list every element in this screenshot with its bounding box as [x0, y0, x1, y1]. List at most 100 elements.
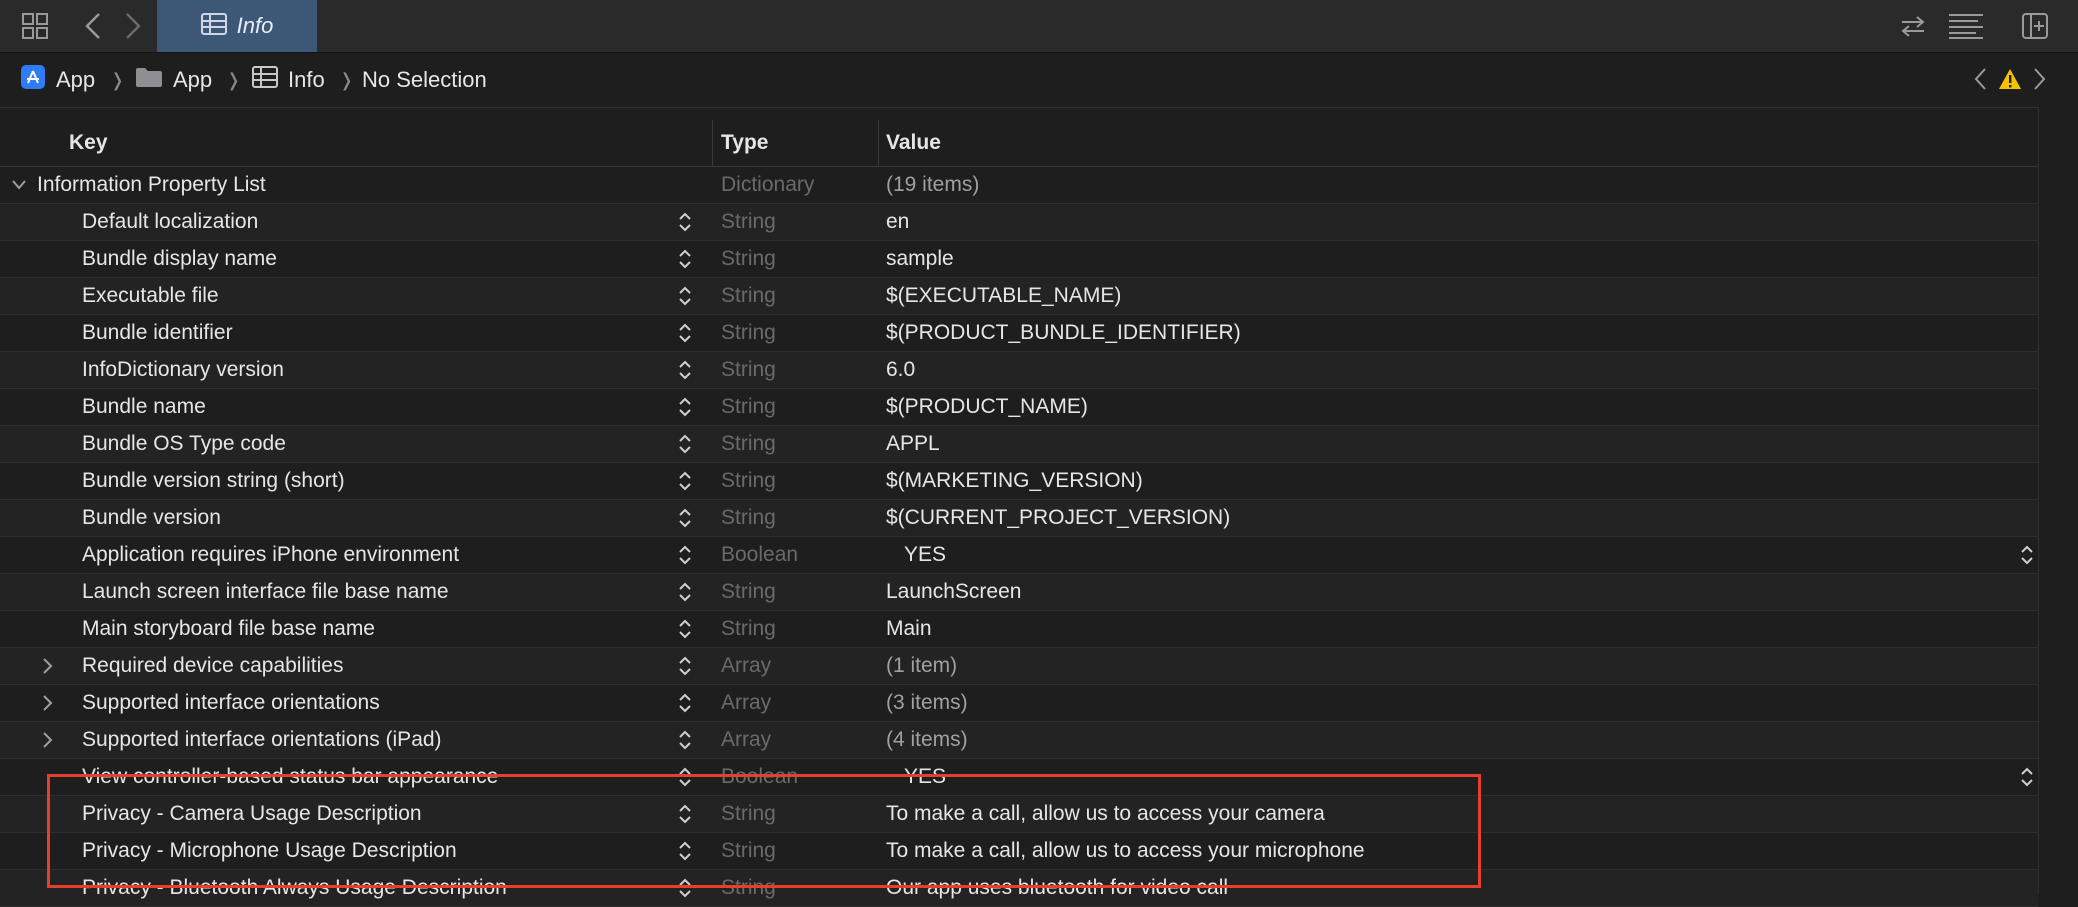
key-stepper-icon[interactable]	[677, 470, 693, 492]
swap-icon[interactable]	[1898, 8, 1928, 44]
table-row[interactable]: InfoDictionary version String 6.0	[0, 352, 2038, 389]
row-value[interactable]: APPL	[886, 426, 940, 462]
key-stepper-icon[interactable]	[677, 877, 693, 899]
key-stepper-icon[interactable]	[677, 729, 693, 751]
column-header-value[interactable]: Value	[886, 120, 941, 166]
row-value[interactable]: $(CURRENT_PROJECT_VERSION)	[886, 500, 1230, 536]
row-type[interactable]: String	[721, 611, 776, 647]
row-key[interactable]: Bundle display name	[82, 241, 277, 277]
key-stepper-icon[interactable]	[677, 803, 693, 825]
table-row[interactable]: Application requires iPhone environment B…	[0, 537, 2038, 574]
table-row[interactable]: Privacy - Microphone Usage Description St…	[0, 833, 2038, 870]
row-type[interactable]: Boolean	[721, 759, 798, 795]
column-divider[interactable]	[878, 120, 879, 166]
chevron-right-icon[interactable]	[38, 730, 56, 750]
value-stepper-icon[interactable]	[2019, 766, 2035, 788]
row-value[interactable]: $(PRODUCT_NAME)	[886, 389, 1088, 425]
row-type[interactable]: String	[721, 500, 776, 536]
grid-icon[interactable]	[18, 8, 52, 44]
row-value[interactable]: $(EXECUTABLE_NAME)	[886, 278, 1121, 314]
row-type[interactable]: String	[721, 315, 776, 351]
row-key[interactable]: Supported interface orientations (iPad)	[82, 722, 442, 758]
chevron-right-icon[interactable]	[38, 693, 56, 713]
row-type[interactable]: String	[721, 204, 776, 240]
row-key[interactable]: Main storyboard file base name	[82, 611, 375, 647]
row-type[interactable]: String	[721, 389, 776, 425]
table-row[interactable]: Bundle display name String sample	[0, 241, 2038, 278]
key-stepper-icon[interactable]	[677, 433, 693, 455]
row-value[interactable]: To make a call, allow us to access your …	[886, 796, 1325, 832]
add-panel-icon[interactable]	[2020, 8, 2050, 44]
row-type[interactable]: Array	[721, 648, 771, 684]
key-stepper-icon[interactable]	[677, 840, 693, 862]
key-stepper-icon[interactable]	[677, 359, 693, 381]
value-stepper-icon[interactable]	[2019, 544, 2035, 566]
row-key[interactable]: Launch screen interface file base name	[82, 574, 449, 610]
row-value[interactable]: Main	[886, 611, 932, 647]
breadcrumb-item-info[interactable]: Info	[252, 53, 325, 107]
row-key[interactable]: InfoDictionary version	[82, 352, 284, 388]
row-value[interactable]: $(MARKETING_VERSION)	[886, 463, 1143, 499]
row-type[interactable]: String	[721, 352, 776, 388]
row-type[interactable]: String	[721, 870, 776, 906]
table-row[interactable]: Bundle version String $(CURRENT_PROJECT_VE…	[0, 500, 2038, 537]
row-key[interactable]: Bundle version string (short)	[82, 463, 345, 499]
row-value[interactable]: YES	[904, 537, 946, 573]
row-value[interactable]: sample	[886, 241, 954, 277]
row-value[interactable]: LaunchScreen	[886, 574, 1021, 610]
row-key[interactable]: Bundle identifier	[82, 315, 233, 351]
table-row[interactable]: Supported interface orientations Array (3 …	[0, 685, 2038, 722]
row-key[interactable]: Privacy - Microphone Usage Description	[82, 833, 457, 869]
row-key[interactable]: Privacy - Bluetooth Always Usage Descrip…	[82, 870, 507, 906]
tab-info[interactable]: Info	[157, 0, 317, 52]
key-stepper-icon[interactable]	[677, 248, 693, 270]
next-issue-icon[interactable]	[2030, 61, 2050, 97]
key-stepper-icon[interactable]	[677, 396, 693, 418]
chevron-right-icon[interactable]	[38, 656, 56, 676]
breadcrumb-item-app-project[interactable]: App	[20, 53, 95, 107]
key-stepper-icon[interactable]	[677, 766, 693, 788]
back-icon[interactable]	[78, 8, 108, 44]
row-type[interactable]: String	[721, 241, 776, 277]
column-header-key[interactable]: Key	[69, 120, 108, 166]
table-row[interactable]: Bundle OS Type code String APPL	[0, 426, 2038, 463]
table-row[interactable]: Privacy - Bluetooth Always Usage Descrip…	[0, 870, 2038, 907]
row-key[interactable]: Bundle OS Type code	[82, 426, 286, 462]
row-type[interactable]: String	[721, 463, 776, 499]
row-key[interactable]: Bundle name	[82, 389, 206, 425]
table-row[interactable]: Bundle version string (short) String $(MAR…	[0, 463, 2038, 500]
row-key[interactable]: Default localization	[82, 204, 258, 240]
row-value[interactable]: YES	[904, 759, 946, 795]
row-type[interactable]: String	[721, 426, 776, 462]
table-row[interactable]: Default localization String en	[0, 204, 2038, 241]
key-stepper-icon[interactable]	[677, 211, 693, 233]
row-type[interactable]: String	[721, 278, 776, 314]
table-row[interactable]: Launch screen interface file base name St…	[0, 574, 2038, 611]
chevron-down-icon[interactable]	[10, 175, 28, 195]
table-row-root[interactable]: Information Property List Dictionary (19 i…	[0, 167, 2038, 204]
row-value[interactable]: To make a call, allow us to access your …	[886, 833, 1365, 869]
row-type[interactable]: Boolean	[721, 537, 798, 573]
table-row[interactable]: Main storyboard file base name String Main	[0, 611, 2038, 648]
row-type[interactable]: String	[721, 833, 776, 869]
row-key[interactable]: Supported interface orientations	[82, 685, 380, 721]
row-value[interactable]: Our app uses bluetooth for video call	[886, 870, 1228, 906]
forward-icon[interactable]	[118, 8, 148, 44]
row-key[interactable]: Application requires iPhone environment	[82, 537, 459, 573]
row-value[interactable]: 6.0	[886, 352, 915, 388]
table-row[interactable]: Bundle name String $(PRODUCT_NAME)	[0, 389, 2038, 426]
row-key[interactable]: View controller-based status bar appeara…	[82, 759, 498, 795]
table-row[interactable]: Privacy - Camera Usage Description String…	[0, 796, 2038, 833]
table-row[interactable]: Executable file String $(EXECUTABLE_NAME)	[0, 278, 2038, 315]
row-type[interactable]: Array	[721, 685, 771, 721]
key-stepper-icon[interactable]	[677, 544, 693, 566]
breadcrumb-item-app-folder[interactable]: App	[135, 53, 212, 107]
lines-icon[interactable]	[1946, 8, 1986, 44]
key-stepper-icon[interactable]	[677, 655, 693, 677]
table-row[interactable]: Required device capabilities Array (1 item…	[0, 648, 2038, 685]
row-key[interactable]: Privacy - Camera Usage Description	[82, 796, 422, 832]
row-key[interactable]: Bundle version	[82, 500, 221, 536]
breadcrumb-item-no-selection[interactable]: No Selection	[362, 53, 487, 107]
key-stepper-icon[interactable]	[677, 322, 693, 344]
warning-icon[interactable]	[1996, 61, 2024, 97]
